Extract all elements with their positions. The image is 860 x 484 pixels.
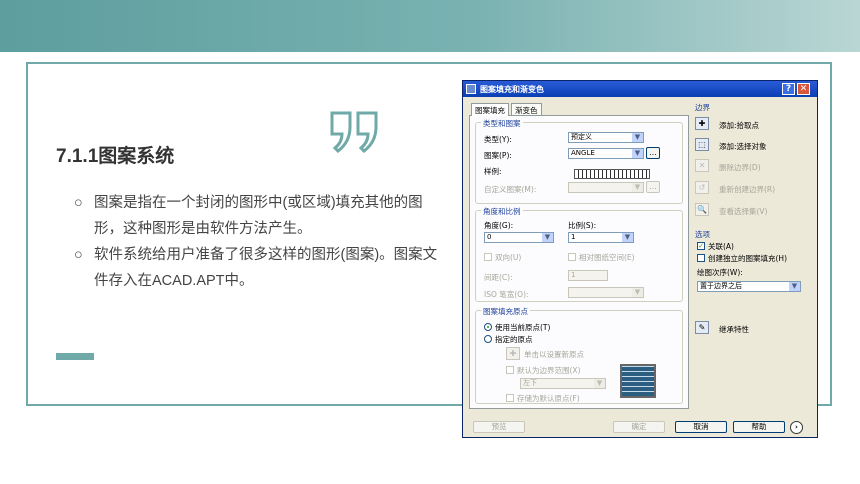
tab-gradient[interactable]: 渐变色 xyxy=(511,103,542,115)
custom-browse-button[interactable]: ... xyxy=(646,181,660,193)
custom-pattern-label: 自定义图案(M): xyxy=(484,185,537,194)
use-current-radio[interactable] xyxy=(484,323,492,331)
type-value: 预定义 xyxy=(571,133,592,141)
add-select-label[interactable]: 添加:选择对象 xyxy=(719,141,767,152)
pattern-value: ANGLE xyxy=(571,149,595,157)
select-objects-icon[interactable]: ⬚ xyxy=(695,138,709,151)
spacing-label: 间距(C): xyxy=(484,273,513,282)
hatch-panel: 类型和图案 类型(Y): 预定义 ▼ 图案(P): ANGLE ▼ ... 样例: … xyxy=(469,115,689,409)
scale-select[interactable]: 1 ▼ xyxy=(568,232,634,243)
double-checkbox[interactable] xyxy=(484,253,492,261)
chevron-down-icon: ▼ xyxy=(594,379,605,388)
associative-checkbox[interactable]: ✓ xyxy=(697,242,705,250)
iso-select[interactable]: ▼ xyxy=(568,287,644,298)
bullet-marker: ○ xyxy=(74,247,83,263)
angle-select[interactable]: 0 ▼ xyxy=(484,232,554,243)
accent-bar xyxy=(56,353,94,360)
bullet-text: 图案是指在一个封闭的图形中(或区域)填充其他的图形，这种图形是由软件方法产生。 xyxy=(94,195,423,237)
click-set-label: 单击以设置新原点 xyxy=(524,350,584,359)
chevron-down-icon: ▼ xyxy=(789,282,800,291)
group-label: 类型和图案 xyxy=(481,118,523,129)
chevron-down-icon: ▼ xyxy=(632,133,643,142)
group-label: 角度和比例 xyxy=(481,206,523,217)
pattern-select[interactable]: ANGLE ▼ xyxy=(568,148,644,159)
dialog-titlebar: 图案填充和渐变色 ? ✕ xyxy=(463,81,817,97)
store-default-checkbox[interactable] xyxy=(506,394,514,402)
specified-radio[interactable] xyxy=(484,335,492,343)
recreate-boundary-label[interactable]: 重新创建边界(R) xyxy=(719,184,775,195)
sample-label: 样例: xyxy=(484,167,502,176)
spacing-input[interactable]: 1 xyxy=(568,270,608,281)
spacing-value: 1 xyxy=(571,271,576,279)
origin-position-select[interactable]: 左下 ▼ xyxy=(520,378,606,389)
store-default-label: 存储为默认原点(F) xyxy=(517,394,580,403)
boundary-label: 边界 xyxy=(695,103,710,112)
more-options-icon[interactable]: › xyxy=(790,421,803,434)
quote-icon xyxy=(330,111,378,153)
default-extent-checkbox[interactable] xyxy=(506,366,514,374)
ok-button[interactable]: 确定 xyxy=(613,421,665,433)
chevron-down-icon: ▼ xyxy=(542,233,553,242)
close-button[interactable]: ✕ xyxy=(797,83,810,95)
bullet-marker: ○ xyxy=(74,195,83,211)
angle-value: 0 xyxy=(487,233,492,241)
recreate-boundary-icon[interactable]: ↺ xyxy=(695,181,709,194)
draw-order-value: 置于边界之后 xyxy=(700,282,742,290)
chevron-down-icon: ▼ xyxy=(632,183,643,192)
pattern-browse-button[interactable]: ... xyxy=(646,147,660,159)
origin-preview-icon xyxy=(620,364,656,398)
options-label: 选项 xyxy=(695,230,710,239)
origin-position-value: 左下 xyxy=(523,379,537,387)
hatch-dialog: 图案填充和渐变色 ? ✕ 图案填充 渐变色 类型和图案 类型(Y): 预定义 ▼ … xyxy=(462,80,818,438)
relative-checkbox[interactable] xyxy=(568,253,576,261)
chevron-down-icon: ▼ xyxy=(622,233,633,242)
bullet-item: ○ 软件系统给用户准备了很多这样的图形(图案)。图案文件存入在ACAD.APT中。 xyxy=(74,242,444,294)
bullet-item: ○ 图案是指在一个封闭的图形中(或区域)填充其他的图形，这种图形是由软件方法产生。 xyxy=(74,190,444,242)
view-selection-label[interactable]: 查看选择集(V) xyxy=(719,206,767,217)
draw-order-select[interactable]: 置于边界之后 ▼ xyxy=(697,281,801,292)
group-label: 图案填充原点 xyxy=(481,306,530,317)
remove-boundary-icon[interactable]: ✕ xyxy=(695,159,709,172)
pattern-label: 图案(P): xyxy=(484,151,512,160)
view-selection-icon[interactable]: 🔍 xyxy=(695,203,709,216)
custom-pattern-select[interactable]: ▼ xyxy=(568,182,644,193)
separate-hatch-checkbox[interactable] xyxy=(697,254,705,262)
chevron-down-icon: ▼ xyxy=(632,288,643,297)
app-icon xyxy=(466,84,476,94)
header-bar xyxy=(0,0,860,52)
relative-label: 相对图纸空间(E) xyxy=(579,253,635,262)
slide-title: 7.1.1图案系统 xyxy=(56,146,175,167)
separate-hatch-label: 创建独立的图案填充(H) xyxy=(708,254,787,263)
specified-label: 指定的原点 xyxy=(495,335,533,344)
tab-hatch[interactable]: 图案填充 xyxy=(471,103,509,116)
inherit-properties-icon[interactable]: ✎ xyxy=(695,321,709,334)
help-button[interactable]: 帮助 xyxy=(733,421,785,433)
double-label: 双向(U) xyxy=(495,253,522,262)
add-pick-label[interactable]: 添加:拾取点 xyxy=(719,120,759,131)
click-set-origin-icon[interactable]: ✚ xyxy=(506,347,520,360)
bullet-list: ○ 图案是指在一个封闭的图形中(或区域)填充其他的图形，这种图形是由软件方法产生。… xyxy=(74,190,444,294)
use-current-label: 使用当前原点(T) xyxy=(495,323,551,332)
draw-order-label: 绘图次序(W): xyxy=(697,268,743,277)
remove-boundary-label[interactable]: 删除边界(D) xyxy=(719,162,761,173)
pattern-swatch[interactable] xyxy=(574,169,650,179)
type-label: 类型(Y): xyxy=(484,135,512,144)
dialog-title: 图案填充和渐变色 xyxy=(480,85,544,94)
help-title-button[interactable]: ? xyxy=(782,83,795,95)
scale-label: 比例(S): xyxy=(568,221,597,230)
chevron-down-icon: ▼ xyxy=(632,149,643,158)
pick-points-icon[interactable]: ✚ xyxy=(695,117,709,130)
default-extent-label: 默认为边界范围(X) xyxy=(517,366,581,375)
scale-value: 1 xyxy=(571,233,576,241)
angle-label: 角度(G): xyxy=(484,221,514,230)
cancel-button[interactable]: 取消 xyxy=(675,421,727,433)
iso-label: ISO 笔宽(O): xyxy=(484,290,529,299)
bullet-text: 软件系统给用户准备了很多这样的图形(图案)。图案文件存入在ACAD.APT中。 xyxy=(94,247,438,289)
inherit-properties-label[interactable]: 继承特性 xyxy=(719,324,749,335)
associative-label: 关联(A) xyxy=(708,242,734,251)
type-select[interactable]: 预定义 ▼ xyxy=(568,132,644,143)
preview-button[interactable]: 预览 xyxy=(473,421,525,433)
